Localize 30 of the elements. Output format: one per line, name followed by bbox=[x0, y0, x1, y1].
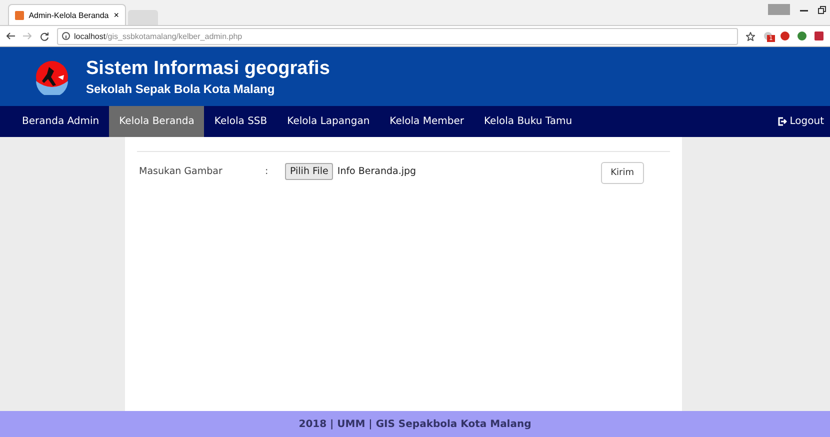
nav-link[interactable]: Kelola Lapangan bbox=[277, 106, 380, 137]
separator: : bbox=[265, 166, 270, 176]
url-path: /gis_ssbkotamalang/kelber_admin.php bbox=[106, 32, 242, 40]
back-icon[interactable] bbox=[6, 32, 15, 40]
nav-link[interactable]: Beranda Admin bbox=[12, 106, 110, 137]
info-icon bbox=[62, 32, 70, 40]
star-icon[interactable] bbox=[746, 32, 755, 40]
field-label: Masukan Gambar bbox=[139, 166, 224, 176]
browser-tab[interactable]: Admin-Kelola Beranda × bbox=[8, 4, 126, 25]
nav-link[interactable]: Kelola Buku Tamu bbox=[474, 106, 582, 137]
reload-icon[interactable] bbox=[40, 32, 49, 40]
logo-icon bbox=[34, 58, 70, 94]
restore-icon[interactable] bbox=[818, 6, 826, 14]
footer: 2018 | UMM | GIS Sepakbola Kota Malang bbox=[0, 411, 830, 437]
nav-link[interactable]: Kelola Member bbox=[380, 106, 474, 137]
url-host: localhost bbox=[74, 32, 106, 40]
nav-link[interactable]: Kelola SSB bbox=[204, 106, 278, 137]
logout-link[interactable]: Logout bbox=[772, 106, 830, 137]
choose-file-button[interactable]: Pilih File bbox=[285, 162, 334, 180]
tab-close-button[interactable]: × bbox=[114, 10, 119, 20]
file-name: Info Beranda.jpg bbox=[337, 166, 418, 176]
logout-icon bbox=[778, 117, 787, 126]
site-subtitle: Sekolah Sepak Bola Kota Malang bbox=[86, 82, 276, 96]
address-bar[interactable]: localhost/gis_ssbkotamalang/kelber_admin.php bbox=[57, 28, 738, 44]
page-icon bbox=[15, 10, 24, 20]
extension-square-icon[interactable] bbox=[814, 31, 824, 41]
site-title: Sistem Informasi geografis bbox=[86, 58, 330, 80]
nav-link[interactable]: Kelola Beranda bbox=[109, 106, 204, 137]
tab-title: Admin-Kelola Beranda bbox=[28, 10, 109, 20]
submit-button[interactable]: Kirim bbox=[600, 162, 644, 184]
